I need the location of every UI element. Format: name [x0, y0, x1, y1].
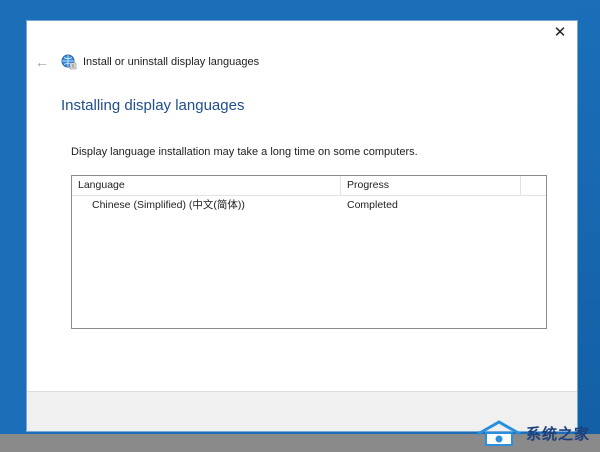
globe-languages-icon [61, 54, 77, 70]
column-header-progress[interactable]: Progress [341, 176, 521, 195]
languages-list[interactable]: Language Progress Chinese (Simplified) (… [71, 175, 547, 329]
language-cell: Chinese (Simplified) (中文(简体)) [92, 199, 245, 211]
watermark-text: 系统之家 [525, 424, 590, 443]
column-header-filler [521, 176, 546, 195]
window-title: Install or uninstall display languages [83, 56, 260, 68]
column-header-language[interactable]: Language [72, 176, 341, 195]
dialog-header: ← Install or uninstall display languages [33, 53, 259, 71]
back-arrow-icon[interactable]: ← [33, 54, 51, 70]
page-description: Display language installation may take a… [71, 146, 418, 158]
watermark: 系统之家 [476, 420, 590, 446]
language-install-dialog: ✕ ← Install or uninstall display languag… [26, 20, 578, 432]
close-icon[interactable]: ✕ [549, 23, 571, 43]
progress-cell: Completed [347, 199, 398, 211]
list-header: Language Progress [72, 176, 546, 196]
house-logo-icon [476, 420, 522, 446]
list-item[interactable]: Chinese (Simplified) (中文(简体)) Completed [72, 196, 546, 215]
page-title: Installing display languages [61, 97, 245, 114]
